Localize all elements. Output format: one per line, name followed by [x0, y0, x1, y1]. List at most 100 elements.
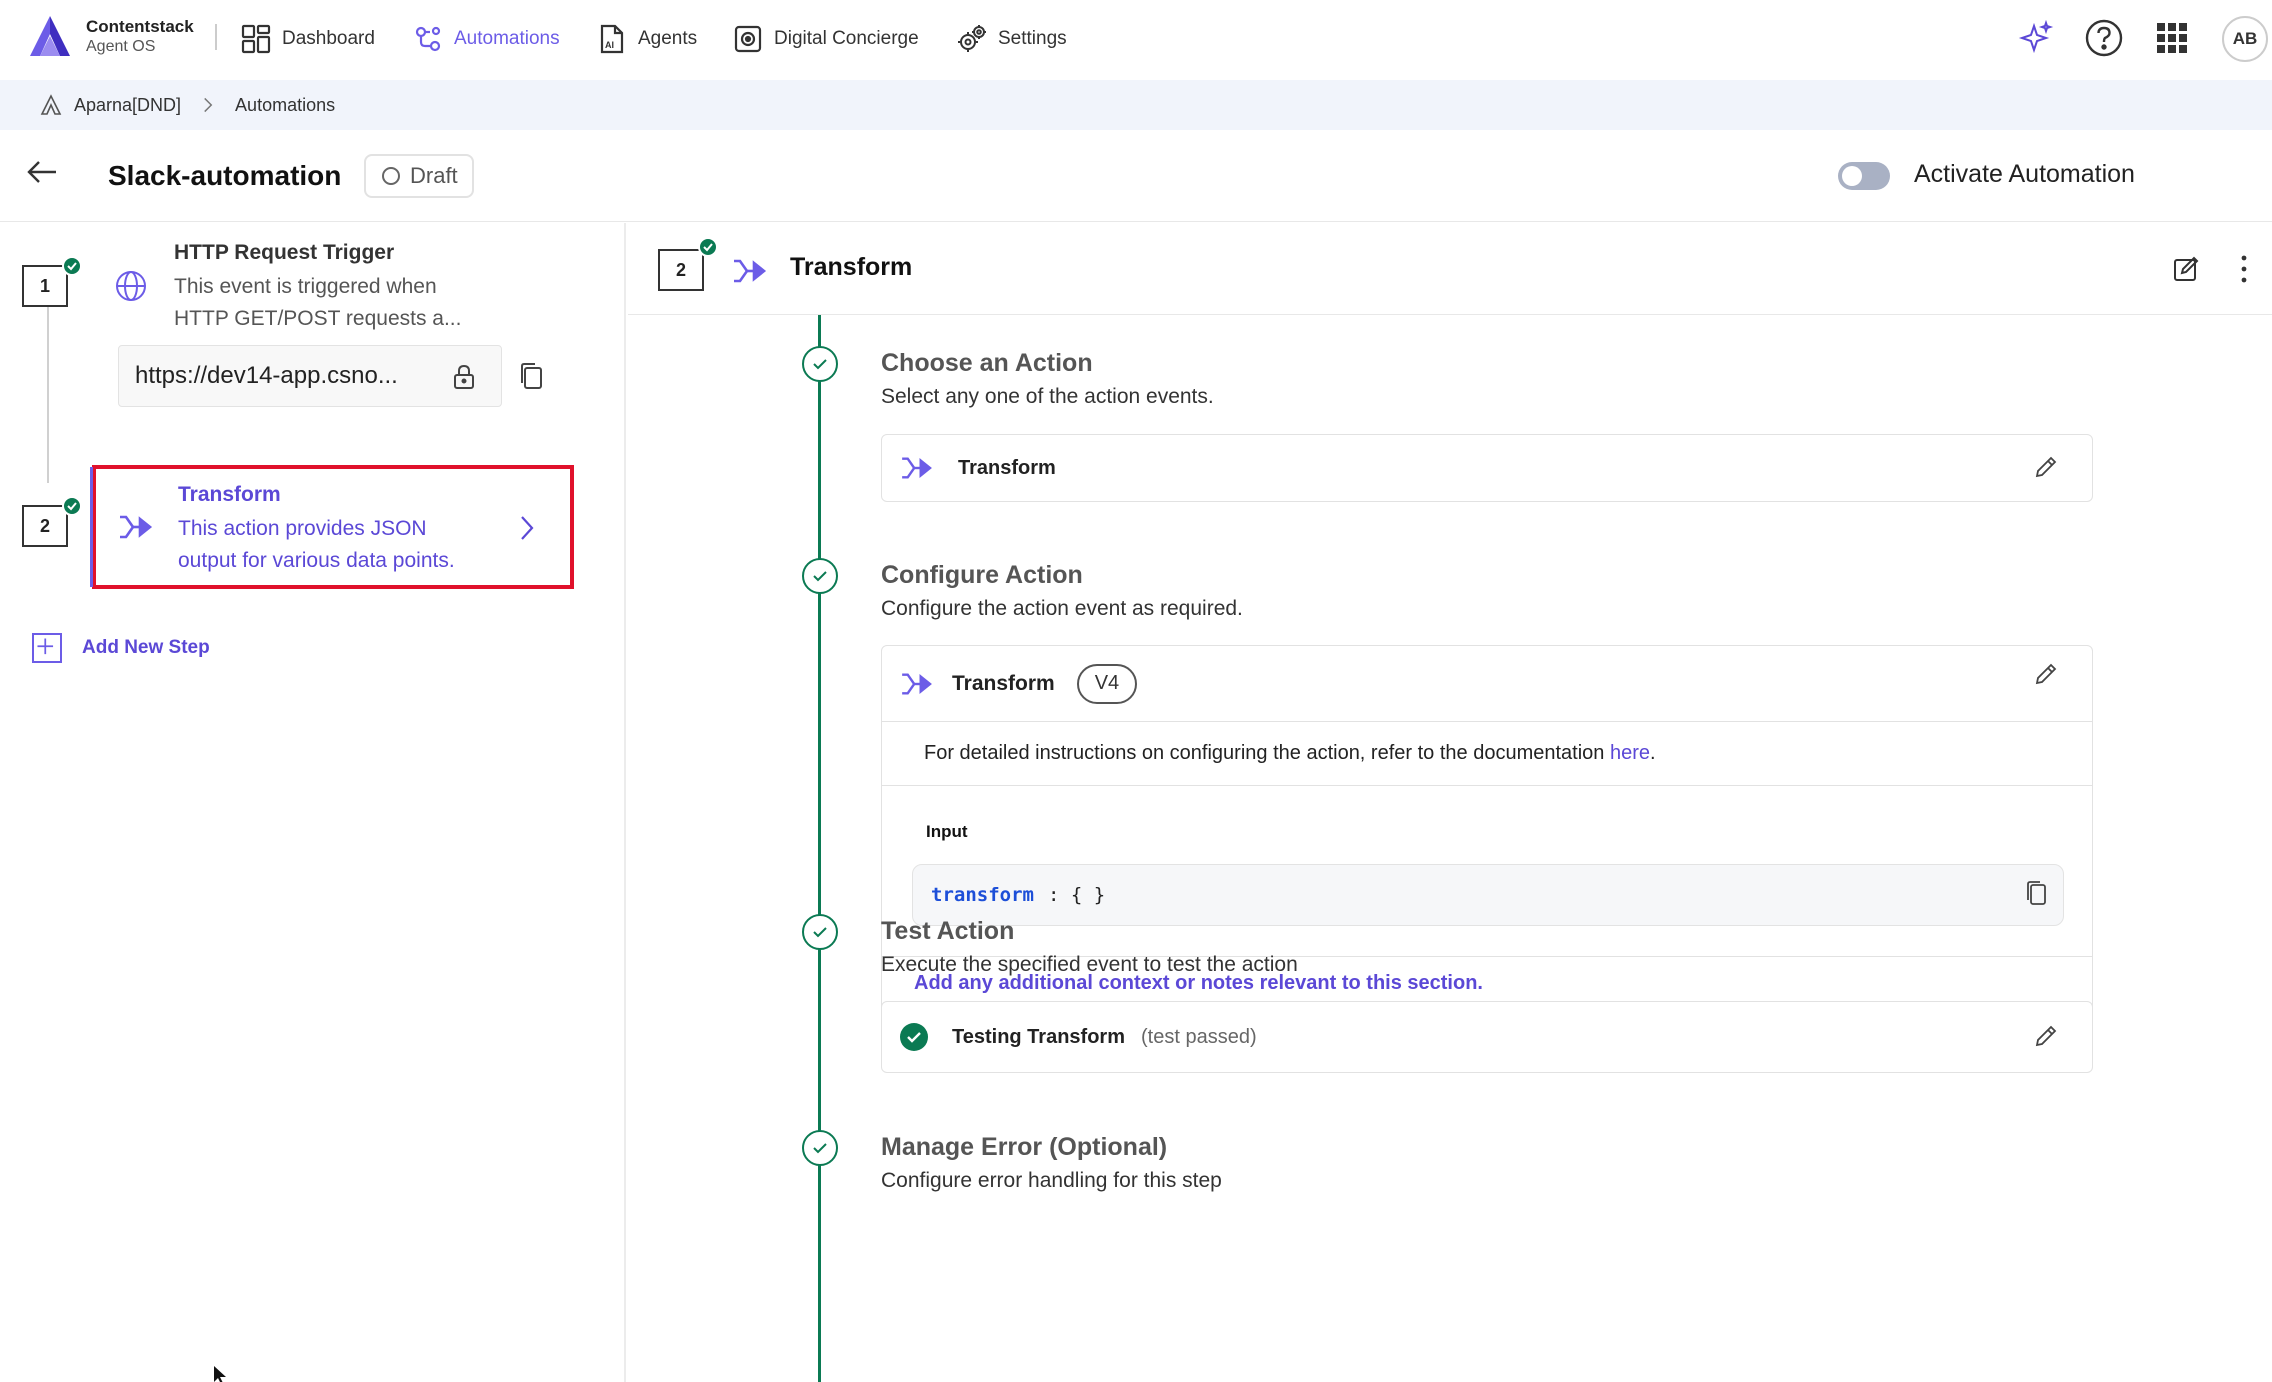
dashboard-icon: [241, 24, 271, 54]
trigger-url-value: https://dev14-app.csno...: [135, 362, 398, 389]
apps-button[interactable]: [2150, 16, 2194, 60]
top-nav: Contentstack Agent OS Dashboard Automati…: [0, 0, 2272, 78]
trigger-url-field[interactable]: https://dev14-app.csno...: [118, 345, 502, 407]
brand-name: Contentstack: [86, 17, 194, 36]
plus-icon: [32, 633, 62, 663]
step-2-description: This action provides JSON output for var…: [178, 513, 498, 577]
error-complete-icon: [802, 1130, 838, 1166]
detail-title: Transform: [790, 253, 913, 281]
lock-icon: [454, 364, 474, 389]
steps-connector: [47, 283, 49, 483]
brand-divider: [215, 24, 217, 50]
nav-digital-concierge-label: Digital Concierge: [774, 28, 919, 49]
input-code-block[interactable]: transform : { }: [912, 864, 2064, 926]
step-1-desc-line1: This event is triggered when: [174, 275, 437, 298]
step-2-card[interactable]: Transform This action provides JSON outp…: [90, 465, 574, 589]
agents-icon: AI: [600, 24, 624, 54]
org-icon: [40, 94, 62, 115]
step-1-desc-line2: HTTP GET/POST requests a...: [174, 307, 462, 330]
activate-automation-toggle[interactable]: [1838, 162, 1890, 190]
contentstack-logo-icon[interactable]: [26, 14, 74, 58]
step-2-selected-bar: [90, 467, 93, 587]
transform-icon: [734, 259, 767, 283]
nav-dashboard-label: Dashboard: [282, 28, 375, 49]
progress-line: [818, 315, 821, 1382]
nav-automations[interactable]: Automations: [412, 24, 560, 54]
edit-pencil-icon[interactable]: [2034, 455, 2058, 479]
nav-settings-label: Settings: [998, 28, 1067, 49]
steps-panel: 1 HTTP Request Trigger This event is tri…: [0, 223, 626, 1382]
more-vertical-icon[interactable]: [2238, 253, 2250, 285]
test-action-card[interactable]: Testing Transform (test passed): [881, 1001, 2093, 1073]
step-1-description: This event is triggered when HTTP GET/PO…: [174, 271, 494, 335]
automations-icon: [415, 26, 441, 52]
step-1-complete-icon: [62, 256, 82, 276]
choose-action-card[interactable]: Transform: [881, 434, 2093, 502]
draft-circle-icon: [382, 167, 400, 185]
brand-product: Agent OS: [86, 38, 156, 56]
back-arrow-icon[interactable]: [24, 154, 60, 190]
status-badge: Draft: [364, 154, 474, 198]
chosen-action-label: Transform: [958, 456, 1056, 479]
doc-text: For detailed instructions on configuring…: [924, 742, 1610, 764]
ai-sparkle-button[interactable]: [2014, 16, 2058, 60]
step-2-desc-line2: output for various data points.: [178, 549, 455, 572]
choose-complete-icon: [802, 346, 838, 382]
test-action-title: Test Action: [881, 917, 1015, 945]
configured-action-label: Transform: [952, 671, 1055, 695]
transform-icon: [120, 515, 153, 539]
user-avatar[interactable]: AB: [2222, 16, 2268, 62]
code-key: transform: [931, 884, 1034, 906]
configure-action-title: Configure Action: [881, 561, 1083, 589]
test-passed-icon: [900, 1023, 928, 1051]
globe-icon: [116, 271, 146, 301]
nav-dashboard[interactable]: Dashboard: [240, 24, 375, 54]
nav-agents[interactable]: AI Agents: [596, 24, 697, 54]
digital-concierge-icon: [734, 25, 762, 53]
copy-url-icon[interactable]: [518, 361, 544, 391]
test-action-subtitle: Execute the specified event to test the …: [881, 953, 1298, 976]
step-2-title: Transform: [178, 483, 281, 506]
step-2-number: 2: [22, 505, 68, 547]
add-new-step-button[interactable]: Add New Step: [32, 633, 210, 663]
documentation-row: For detailed instructions on configuring…: [882, 722, 2092, 786]
nav-agents-label: Agents: [638, 28, 698, 49]
sparkle-icon: [2018, 20, 2054, 54]
copy-icon[interactable]: [2025, 879, 2047, 907]
step-detail-panel: 2 Transform Choose an Action Select any …: [628, 223, 2272, 1382]
nav-settings[interactable]: Settings: [956, 24, 1067, 54]
test-status: (test passed): [1141, 1025, 1257, 1048]
nav-digital-concierge[interactable]: Digital Concierge: [732, 24, 919, 54]
status-badge-label: Draft: [410, 163, 458, 188]
settings-icon: [958, 25, 986, 52]
step-1-title[interactable]: HTTP Request Trigger: [174, 241, 394, 265]
configure-complete-icon: [802, 558, 838, 594]
test-label: Testing Transform: [952, 1025, 1125, 1048]
nav-automations-label: Automations: [454, 28, 560, 49]
manage-error-title: Manage Error (Optional): [881, 1133, 1168, 1161]
edit-pencil-icon[interactable]: [2034, 662, 2058, 686]
transform-icon: [902, 457, 932, 479]
page-title: Slack-automation: [108, 160, 342, 191]
help-button[interactable]: [2082, 16, 2126, 60]
step-2-complete-icon: [62, 496, 82, 516]
chevron-right-icon: [204, 97, 213, 113]
step-2-desc-line1: This action provides JSON: [178, 517, 427, 540]
brand: Contentstack Agent OS: [86, 16, 194, 57]
code-value: : { }: [1047, 884, 1106, 906]
breadcrumb: Aparna[DND] Automations: [0, 80, 2272, 130]
edit-pencil-icon[interactable]: [2034, 1024, 2058, 1048]
breadcrumb-automations[interactable]: Automations: [235, 95, 335, 116]
activate-automation-label: Activate Automation: [1914, 160, 2135, 188]
detail-step-number: 2: [658, 249, 704, 291]
input-label: Input: [926, 822, 968, 841]
choose-action-subtitle: Select any one of the action events.: [881, 385, 1214, 408]
breadcrumb-org[interactable]: Aparna[DND]: [74, 95, 181, 116]
configure-action-subtitle: Configure the action event as required.: [881, 597, 1243, 620]
step-detail-header: 2 Transform: [628, 223, 2272, 315]
doc-end: .: [1650, 742, 1656, 764]
doc-link[interactable]: here: [1610, 742, 1650, 765]
chevron-right-icon: [521, 516, 534, 540]
edit-square-icon[interactable]: [2172, 255, 2200, 283]
app-grid-icon: [2157, 23, 2187, 53]
